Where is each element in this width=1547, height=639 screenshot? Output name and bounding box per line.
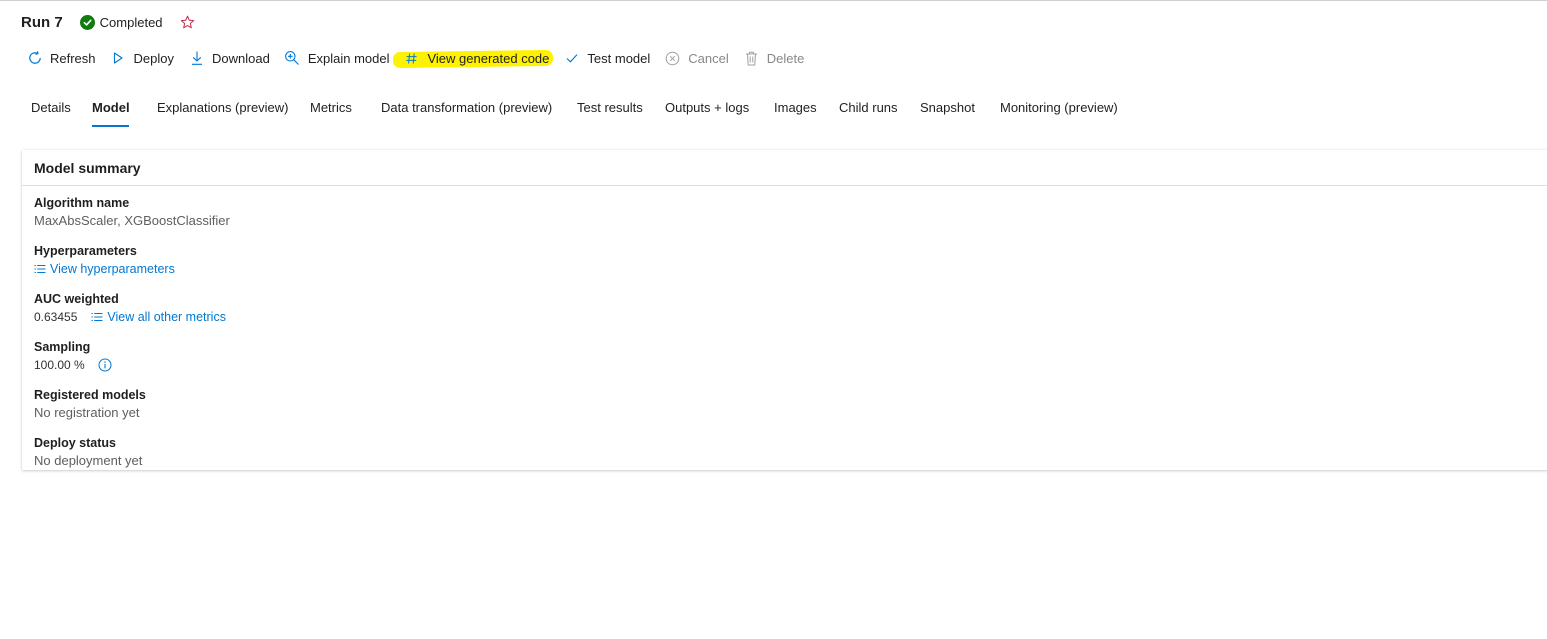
deploy-status-value: No deployment yet xyxy=(34,453,143,468)
summary-fields: Algorithm name MaxAbsScaler, XGBoostClas… xyxy=(22,186,1547,483)
tab-child-runs[interactable]: Child runs xyxy=(839,97,920,127)
tab-explanations[interactable]: Explanations (preview) xyxy=(157,97,310,127)
view-all-metrics-text: View all other metrics xyxy=(107,310,226,324)
cancel-button[interactable]: Cancel xyxy=(664,50,729,67)
bulleted-list-icon xyxy=(34,264,46,274)
trash-icon xyxy=(743,50,760,67)
check-circle-icon xyxy=(79,14,95,30)
tab-data-transformation[interactable]: Data transformation (preview) xyxy=(381,97,577,127)
hyperparameters-field: Hyperparameters View hyperparameters xyxy=(34,243,1540,291)
explain-model-button[interactable]: Explain model xyxy=(284,50,390,67)
cancel-label: Cancel xyxy=(688,50,729,66)
hyperparameters-label: Hyperparameters xyxy=(34,244,137,258)
tab-images[interactable]: Images xyxy=(774,97,839,127)
cancel-circle-icon xyxy=(664,50,681,67)
tab-monitoring[interactable]: Monitoring (preview) xyxy=(1000,97,1140,127)
test-model-button[interactable]: Test model xyxy=(563,50,650,67)
status-badge: Completed xyxy=(79,14,163,30)
zoom-in-icon xyxy=(284,50,301,67)
registered-models-value: No registration yet xyxy=(34,405,140,420)
view-hyperparameters-link[interactable]: View hyperparameters xyxy=(34,259,175,279)
run-page: Run 7 Completed Refresh Deploy Download … xyxy=(0,0,1547,639)
explain-model-label: Explain model xyxy=(307,50,390,66)
tab-metrics[interactable]: Metrics xyxy=(310,97,381,127)
deploy-status-field: Deploy status No deployment yet xyxy=(34,435,1540,483)
tab-details[interactable]: Details xyxy=(31,97,92,127)
refresh-icon xyxy=(26,50,43,67)
tab-snapshot[interactable]: Snapshot xyxy=(920,97,1000,127)
deploy-button[interactable]: Deploy xyxy=(110,50,174,67)
algorithm-value: MaxAbsScaler, XGBoostClassifier xyxy=(34,213,230,228)
deploy-status-label: Deploy status xyxy=(34,436,116,450)
run-title: Run 7 xyxy=(21,13,63,31)
algorithm-label: Algorithm name xyxy=(34,196,130,210)
status-text: Completed xyxy=(99,14,163,30)
refresh-button[interactable]: Refresh xyxy=(26,50,96,67)
auc-value: 0.63455 xyxy=(34,310,78,324)
checkmark-icon xyxy=(563,50,580,67)
delete-label: Delete xyxy=(766,50,805,66)
delete-button[interactable]: Delete xyxy=(743,50,805,67)
star-icon[interactable] xyxy=(180,15,195,30)
top-divider xyxy=(0,0,1547,1)
test-model-label: Test model xyxy=(587,50,651,66)
info-icon[interactable] xyxy=(98,358,112,372)
registered-models-label: Registered models xyxy=(34,388,146,402)
sampling-label: Sampling xyxy=(34,340,91,354)
download-label: Download xyxy=(212,50,270,66)
tab-model[interactable]: Model xyxy=(92,97,130,127)
registered-models-field: Registered models No registration yet xyxy=(34,387,1540,435)
card-title: Model summary xyxy=(22,150,1547,186)
refresh-label: Refresh xyxy=(50,50,96,66)
bulleted-list-icon xyxy=(91,312,103,322)
command-bar: Refresh Deploy Download Explain model Vi… xyxy=(26,48,818,68)
download-button[interactable]: Download xyxy=(188,50,270,67)
play-icon xyxy=(110,50,127,67)
model-summary-card: Model summary Algorithm name MaxAbsScale… xyxy=(22,150,1547,470)
algorithm-field: Algorithm name MaxAbsScaler, XGBoostClas… xyxy=(34,195,1540,243)
download-icon xyxy=(188,50,205,67)
view-generated-code-label: View generated code xyxy=(427,50,550,66)
view-generated-code-button[interactable]: View generated code xyxy=(393,49,554,68)
tab-outputs-logs[interactable]: Outputs + logs xyxy=(665,97,774,127)
view-hyperparameters-text: View hyperparameters xyxy=(50,262,175,276)
sampling-value: 100.00 % xyxy=(34,358,85,372)
hashtag-icon xyxy=(403,50,420,67)
sampling-field: Sampling 100.00 % xyxy=(34,339,1540,387)
deploy-label: Deploy xyxy=(133,50,174,66)
view-all-metrics-link[interactable]: View all other metrics xyxy=(91,307,226,327)
run-tabs: Details Model Explanations (preview) Met… xyxy=(31,97,1140,127)
auc-label: AUC weighted xyxy=(34,292,119,306)
tab-test-results[interactable]: Test results xyxy=(577,97,665,127)
auc-field: AUC weighted 0.63455 View all other metr… xyxy=(34,291,1540,339)
run-header: Run 7 Completed xyxy=(21,11,195,33)
